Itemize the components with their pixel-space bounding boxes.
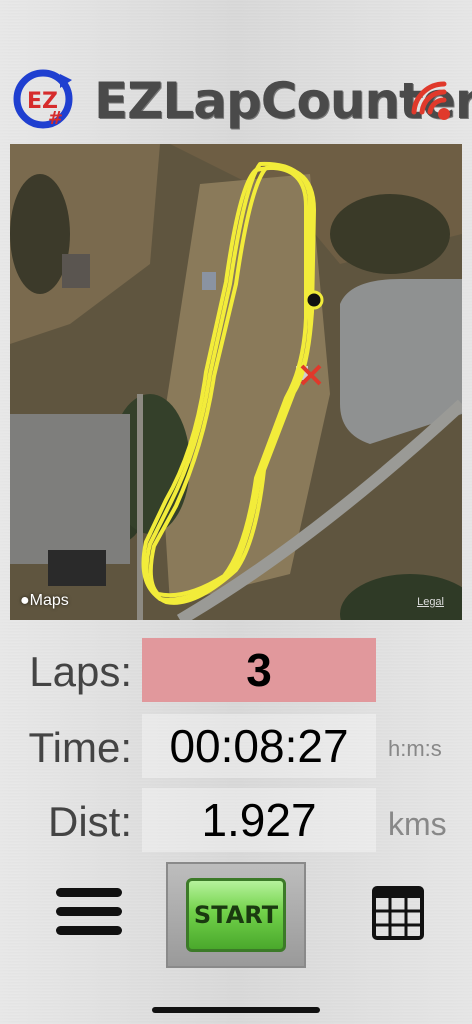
time-label: Time: — [28, 724, 132, 771]
time-value: 00:08:27 — [142, 714, 376, 778]
legal-link[interactable]: Legal — [417, 596, 444, 608]
laps-value: 3 — [142, 638, 376, 702]
laps-row: Laps: 3 — [0, 638, 472, 704]
dist-value: 1.927 — [142, 788, 376, 852]
time-row: Time: 00:08:27 h:m:s — [0, 714, 472, 780]
start-button-frame: START — [166, 862, 306, 968]
signal-broadcast-icon[interactable] — [404, 78, 456, 124]
start-button[interactable]: START — [186, 878, 286, 952]
dist-label: Dist: — [48, 798, 132, 845]
dist-row: Dist: 1.927 kms — [0, 788, 472, 854]
time-unit: h:m:s — [388, 736, 442, 761]
maps-credit: ●Maps — [20, 592, 69, 609]
dist-unit: kms — [388, 806, 447, 842]
ez-logo-icon: EZ # — [13, 69, 73, 129]
map-image — [10, 144, 462, 620]
logo-hash: # — [48, 108, 63, 129]
app-header: EZ # EZLapCounter — [0, 60, 472, 140]
apple-logo-icon: ● — [20, 592, 30, 609]
hamburger-menu-icon[interactable] — [56, 888, 122, 942]
home-indicator[interactable] — [152, 1007, 320, 1013]
table-grid-icon[interactable] — [372, 886, 424, 940]
laps-label: Laps: — [29, 648, 132, 695]
start-point-icon — [304, 290, 324, 310]
satellite-map[interactable]: ●Maps Legal — [10, 144, 462, 620]
